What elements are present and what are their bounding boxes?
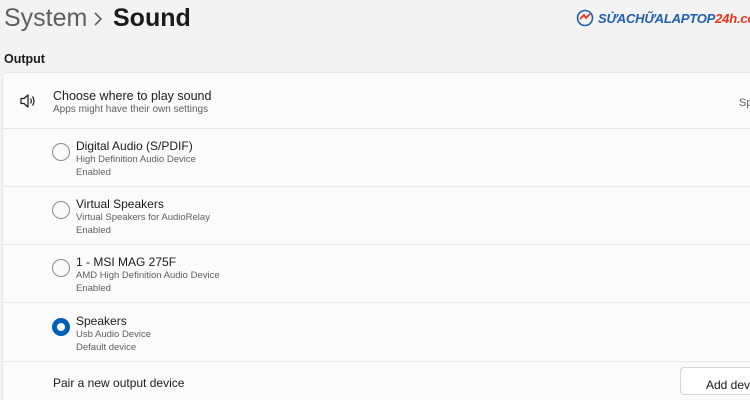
speaker-icon bbox=[20, 94, 35, 108]
section-title-output: Output bbox=[4, 52, 45, 66]
choose-output-subtitle: Apps might have their own settings bbox=[53, 104, 209, 115]
logo-mark-icon bbox=[576, 9, 594, 27]
device-row-msi-monitor[interactable]: 1 - MSI MAG 275F AMD High Definition Aud… bbox=[3, 245, 750, 303]
output-card: Choose where to play sound Apps might ha… bbox=[2, 72, 750, 400]
device-description: High Definition Audio Device bbox=[76, 154, 196, 165]
device-row-virtual-speakers[interactable]: Virtual Speakers Virtual Speakers for Au… bbox=[3, 187, 750, 245]
device-description: Usb Audio Device bbox=[76, 329, 151, 340]
pair-device-label: Pair a new output device bbox=[53, 376, 185, 390]
device-radio-digital-audio[interactable] bbox=[52, 143, 70, 161]
device-status: Default device bbox=[76, 342, 137, 353]
device-status: Enabled bbox=[76, 225, 111, 236]
device-description: AMD High Definition Audio Device bbox=[76, 270, 220, 281]
device-description: Virtual Speakers for AudioRelay bbox=[76, 212, 210, 223]
watermark-text-part1: SỬACHỮALAPTOP bbox=[598, 10, 716, 26]
add-device-button[interactable]: Add device bbox=[680, 367, 750, 395]
device-radio-virtual-speakers[interactable] bbox=[52, 201, 70, 219]
choose-output-right-text: Sp bbox=[739, 97, 750, 109]
device-name: 1 - MSI MAG 275F bbox=[76, 255, 177, 269]
device-row-speakers[interactable]: Speakers Usb Audio Device Default device bbox=[3, 304, 750, 362]
device-radio-speakers[interactable] bbox=[52, 318, 70, 336]
watermark-text-part3: .com bbox=[736, 10, 750, 26]
choose-output-row[interactable]: Choose where to play sound Apps might ha… bbox=[3, 73, 750, 129]
chevron-right-icon bbox=[94, 12, 103, 26]
device-row-digital-audio[interactable]: Digital Audio (S/PDIF) High Definition A… bbox=[3, 129, 750, 187]
watermark-text-part2: 24h bbox=[715, 10, 737, 26]
device-name: Speakers bbox=[76, 314, 127, 328]
page-header: System Sound SỬACHỮALAPTOP24h.com bbox=[0, 0, 750, 42]
choose-output-title: Choose where to play sound bbox=[53, 89, 212, 103]
page-title: Sound bbox=[113, 4, 191, 32]
device-status: Enabled bbox=[76, 283, 111, 294]
watermark-text: SỬACHỮALAPTOP24h.com bbox=[598, 11, 750, 26]
device-name: Virtual Speakers bbox=[76, 197, 164, 211]
breadcrumb-system[interactable]: System bbox=[4, 4, 87, 33]
device-radio-msi-monitor[interactable] bbox=[52, 259, 70, 277]
device-status: Enabled bbox=[76, 167, 111, 178]
pair-device-row: Pair a new output device Add device bbox=[3, 363, 750, 400]
watermark-logo: SỬACHỮALAPTOP24h.com bbox=[576, 8, 750, 28]
device-name: Digital Audio (S/PDIF) bbox=[76, 139, 193, 153]
